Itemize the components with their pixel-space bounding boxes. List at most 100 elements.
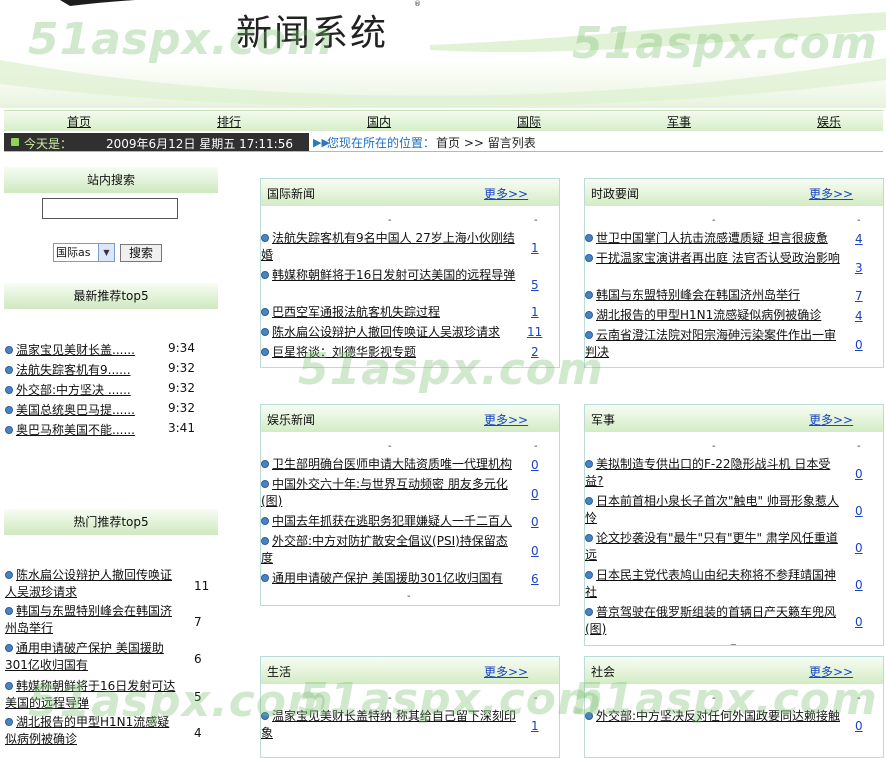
item-count[interactable]: 0 [531, 457, 539, 474]
recommend-link[interactable]: 美国总统奥巴马提...... [16, 403, 135, 417]
news-link[interactable]: 普京驾驶在俄罗斯组装的首辆日产天籁车兜风(图) [585, 605, 836, 636]
item-count[interactable]: 1 [531, 718, 539, 735]
news-link[interactable]: 巨星将谈：刘德华影视专题 [272, 345, 416, 359]
box-title: 时政要闻 [591, 187, 640, 201]
hot-link[interactable]: 韩国与东盟特别峰会在韩国济州岛举行 [5, 604, 172, 635]
nav-international[interactable]: 国际 [517, 113, 541, 130]
item-count[interactable]: 1 [531, 240, 539, 257]
bullet-icon [261, 574, 269, 582]
recommend-link[interactable]: 奥巴马称美国不能...... [16, 423, 135, 437]
item-count[interactable]: 0 [531, 543, 539, 560]
news-link[interactable]: 通用申请破产保护 美国援助301亿收归国有 [272, 571, 503, 585]
item-count[interactable]: 0 [855, 577, 863, 594]
news-link[interactable]: 韩国与东盟特别峰会在韩国济州岛举行 [596, 288, 800, 302]
more-link[interactable]: 更多>> [484, 185, 528, 202]
item-count[interactable]: 11 [527, 324, 542, 341]
intl-news-box: 国际新闻 更多>> - - 法航失踪客机有9名中国人 27岁上海小伙刚结婚 1 … [260, 178, 560, 368]
news-link[interactable]: 干扰温家宝演讲者再出庭 法官否认受政治影响 [596, 251, 840, 265]
nav-ranking[interactable]: 排行 [217, 113, 241, 130]
item-count[interactable]: 4 [855, 308, 863, 325]
item-count[interactable]: 0 [531, 486, 539, 503]
item-count[interactable]: 4 [855, 231, 863, 248]
bullet-icon [585, 571, 593, 579]
news-link[interactable]: 韩媒称朝鲜将于16日发射可达美国的远程导弹 [272, 268, 515, 282]
bullet-icon [585, 311, 593, 319]
news-link[interactable]: 卫生部明确台医师申请大陆资质唯一代理机构 [272, 457, 512, 471]
news-link[interactable]: 日本前首相小泉长子首次"触电" 帅哥形象惹人怜 [585, 494, 839, 525]
news-link[interactable]: 日本民主党代表鸠山由纪夫称将不参拜靖国神社 [585, 568, 836, 599]
item-count: 7 [194, 615, 202, 629]
list-item: 韩媒称朝鲜将于16日发射可达美国的远程导弹 5 [5, 678, 215, 712]
news-link[interactable]: 中国外交六十年:与世界互动频密 朋友多元化(图) [261, 477, 508, 508]
item-count: 6 [194, 652, 202, 666]
item-count[interactable]: 7 [855, 288, 863, 305]
recommend-link[interactable]: 外交部:中方坚决 ...... [16, 383, 131, 397]
box-title: 国际新闻 [267, 187, 316, 201]
item-count[interactable]: 0 [531, 514, 539, 531]
item-time: 9:32 [168, 361, 195, 375]
item-count[interactable]: 0 [855, 337, 863, 354]
item-time: 9:32 [168, 401, 195, 415]
politics-news-box: 时政要闻 更多>> - - 世卫中国掌门人抗击流感遭质疑 坦言很疲惫 4 干扰温… [584, 178, 884, 368]
news-link[interactable]: 美拟制造专供出口的F-22隐形战斗机 日本受益? [585, 457, 830, 488]
item-count[interactable]: 0 [855, 718, 863, 735]
box-title: 社会 [591, 665, 616, 679]
bullet-icon [261, 271, 269, 279]
more-link[interactable]: 更多>> [484, 411, 528, 428]
news-link[interactable]: 湖北报告的甲型H1N1流感疑似病例被确诊 [596, 308, 821, 322]
site-header: 新闻系统 ® 51aspx.com 51aspx.com [0, 0, 886, 108]
more-link[interactable]: 更多>> [809, 185, 853, 202]
item-count[interactable]: 1 [531, 304, 539, 321]
box-header: 时政要闻 更多>> [585, 179, 883, 206]
list-item: 外交部:中方坚决 ...... 9:32 [5, 381, 205, 399]
news-link[interactable]: 中国去年抓获在逃职务犯罪嫌疑人一千二百人 [272, 514, 512, 528]
registered-mark: ® [414, 0, 421, 8]
bullet-icon [261, 537, 269, 545]
list-item: 温家宝见美财长盖...... 9:34 [5, 341, 205, 359]
recommend-title: 最新推荐top5 [4, 283, 218, 309]
list-item: 奥巴马称美国不能...... 3:41 [5, 421, 205, 439]
more-link[interactable]: 更多>> [809, 663, 853, 680]
news-link[interactable]: 陈水扁公设辩护人撤回传唤证人吴淑珍请求 [272, 325, 500, 339]
nav-home[interactable]: 首页 [67, 113, 91, 130]
item-count[interactable]: 2 [531, 344, 539, 361]
item-count[interactable]: 5 [531, 277, 539, 294]
news-link[interactable]: 温家宝见美财长盖特纳 称其给自己留下深刻印象 [261, 709, 516, 740]
item-count[interactable]: 0 [855, 614, 863, 631]
nav-domestic[interactable]: 国内 [367, 113, 391, 130]
more-link[interactable]: 更多>> [809, 411, 853, 428]
bullet-icon [585, 291, 593, 299]
news-link[interactable]: 外交部:中方对防扩散安全倡议(PSI)持保留态度 [261, 534, 508, 565]
hot-link[interactable]: 通用申请破产保护 美国援助301亿收归国有 [5, 641, 164, 672]
news-link[interactable]: 云南省澄江法院对阳宗海砷污染案件作出一审判决 [585, 328, 836, 359]
search-button[interactable]: 搜索 [120, 244, 162, 262]
search-input[interactable] [42, 198, 178, 219]
item-time: 9:34 [168, 341, 195, 355]
news-link[interactable]: 世卫中国掌门人抗击流感遭质疑 坦言很疲惫 [596, 231, 828, 245]
news-link[interactable]: 论文抄袭没有"最牛"只有"更牛" 肃学风任重道远 [585, 531, 838, 562]
bullet-icon [585, 608, 593, 616]
item-count[interactable]: 6 [531, 571, 539, 588]
box-header: 国际新闻 更多>> [261, 179, 559, 206]
item-count[interactable]: 0 [855, 540, 863, 557]
list-item: 法航失踪客机有9...... 9:32 [5, 361, 205, 379]
news-link[interactable]: 法航失踪客机有9名中国人 27岁上海小伙刚结婚 [261, 231, 515, 262]
item-count: 4 [194, 726, 202, 740]
item-count[interactable]: 3 [855, 260, 863, 277]
hot-link[interactable]: 韩媒称朝鲜将于16日发射可达美国的远程导弹 [5, 679, 175, 710]
main-nav: 首页 排行 国内 国际 军事 娱乐 [4, 110, 883, 131]
news-link[interactable]: 巴西空军通报法航客机失踪过程 [272, 305, 440, 319]
news-link[interactable]: 外交部:中方坚决反对任何外国政要同达赖接触 [596, 709, 840, 723]
item-count[interactable]: 0 [855, 503, 863, 520]
bullet-icon [5, 644, 13, 652]
item-count[interactable]: 0 [855, 466, 863, 483]
nav-entertainment[interactable]: 娱乐 [817, 113, 841, 130]
nav-military[interactable]: 军事 [667, 113, 691, 130]
hot-link[interactable]: 湖北报告的甲型H1N1流感疑似病例被确诊 [5, 715, 169, 746]
recommend-link[interactable]: 法航失踪客机有9...... [16, 363, 131, 377]
category-select[interactable]: 国际as ▼ [53, 243, 115, 262]
hot-link[interactable]: 陈水扁公设辩护人撤回传唤证人吴淑珍请求 [5, 568, 172, 599]
more-link[interactable]: 更多>> [484, 663, 528, 680]
box-header: 生活 更多>> [261, 657, 559, 684]
recommend-link[interactable]: 温家宝见美财长盖...... [16, 343, 135, 357]
